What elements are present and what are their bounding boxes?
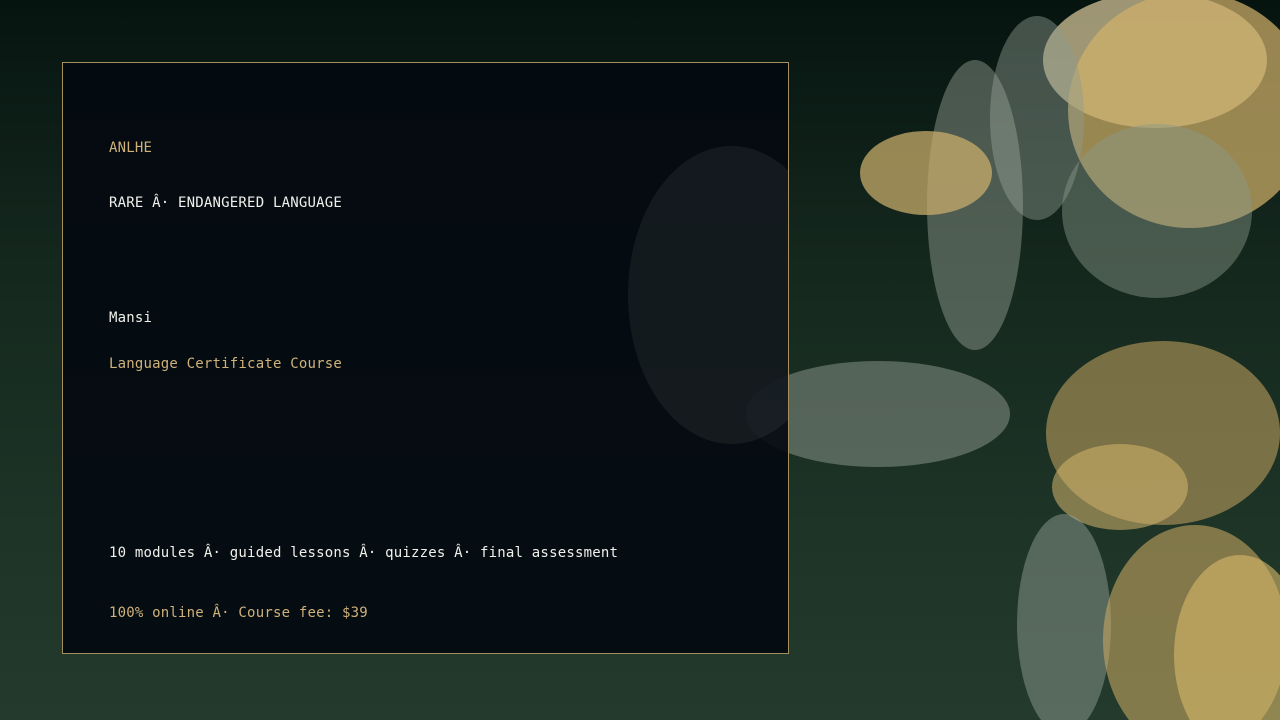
course-card: ANLHE RARE Â· ENDANGERED LANGUAGE Mansi …	[62, 62, 789, 654]
bokeh-circle	[860, 131, 992, 215]
brand-name: ANLHE	[109, 140, 153, 156]
language-name: Mansi	[109, 310, 153, 326]
language-category: RARE Â· ENDANGERED LANGUAGE	[109, 195, 342, 211]
course-title: Language Certificate Course	[109, 356, 342, 372]
card-glow-decoration	[628, 146, 788, 444]
course-pricing: 100% online Â· Course fee: $39	[109, 605, 368, 621]
bokeh-circle	[1062, 124, 1252, 298]
course-features: 10 modules Â· guided lessons Â· quizzes …	[109, 545, 619, 561]
bokeh-circle	[1017, 514, 1111, 720]
